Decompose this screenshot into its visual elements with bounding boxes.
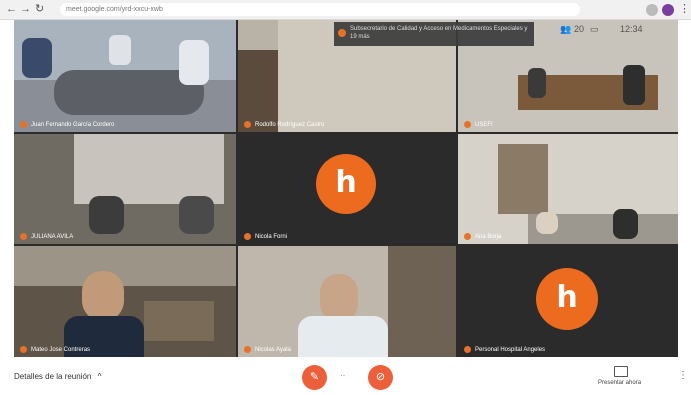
participant-tile[interactable]: Nicolas Ayala <box>238 246 456 357</box>
end-call-icon[interactable]: ·· <box>340 371 345 380</box>
mic-muted-icon <box>20 121 27 128</box>
participant-tile[interactable]: Juan Fernando García Cordero <box>14 20 236 132</box>
more-vert-icon[interactable]: ⋮ <box>679 3 690 16</box>
address-bar[interactable]: meet.google.com/yrd-xxcu-xwb <box>60 3 580 16</box>
present-screen-icon[interactable] <box>614 366 628 377</box>
participants-count: 20 <box>574 24 585 34</box>
reload-icon[interactable]: ↻ <box>35 3 44 16</box>
meeting-time: 12:34 <box>620 24 643 34</box>
arrow-left-icon[interactable]: ← <box>6 3 17 16</box>
mic-muted-icon <box>20 346 27 353</box>
participant-tile[interactable]: JULIANA AVILA <box>14 134 236 244</box>
chevron-up-icon: ^ <box>97 372 102 381</box>
present-now-label[interactable]: Presentar ahora <box>598 380 641 386</box>
participant-avatar: h <box>536 268 598 330</box>
more-vert-icon[interactable]: ⋮ <box>678 370 688 381</box>
profile-avatar[interactable] <box>662 4 674 16</box>
mic-muted-icon <box>464 346 471 353</box>
participant-name: JULIANA AVILA <box>20 233 73 240</box>
participant-name: Ana Borja <box>464 233 501 240</box>
presentation-caption: Subsecretario de Calidad y Acceso en Med… <box>334 22 534 46</box>
participant-name: Nicolas Ayala <box>244 346 291 353</box>
participant-name: Nicola Forni <box>244 233 287 240</box>
mic-muted-icon <box>244 346 251 353</box>
participant-name: Mateo Jose Contreras <box>20 346 90 353</box>
mic-toggle-button[interactable]: ✎ <box>302 365 327 390</box>
mic-muted-icon <box>244 121 251 128</box>
participant-avatar: h <box>316 154 376 214</box>
participant-tile[interactable]: Mateo Jose Contreras <box>14 246 236 357</box>
presenter-icon <box>338 29 346 37</box>
people-icon[interactable]: 👥 <box>560 24 571 35</box>
bottom-toolbar: Detalles de la reunión ^ ✎ ·· ⊘ Presenta… <box>0 357 691 395</box>
camera-toggle-button[interactable]: ⊘ <box>368 365 393 390</box>
participant-name: Rodolfo Rodríguez Castro <box>244 121 324 128</box>
meeting-grid: Juan Fernando García Cordero Rodolfo Rod… <box>14 20 678 357</box>
mic-muted-icon <box>464 121 471 128</box>
participant-tile[interactable]: Ana Borja <box>458 134 678 244</box>
mic-muted-icon <box>244 233 251 240</box>
browser-toolbar: ← → ↻ meet.google.com/yrd-xxcu-xwb ⋮ <box>0 0 691 20</box>
mic-muted-icon <box>464 233 471 240</box>
meeting-details-button[interactable]: Detalles de la reunión ^ <box>14 372 101 381</box>
mic-muted-icon <box>20 233 27 240</box>
participant-tile[interactable]: h Personal Hospital Angeles <box>458 246 678 357</box>
chat-icon[interactable]: ▭ <box>590 24 599 35</box>
extension-icon[interactable] <box>646 4 658 16</box>
arrow-right-icon[interactable]: → <box>20 3 31 16</box>
participant-name: Personal Hospital Angeles <box>464 346 545 353</box>
participant-tile[interactable]: h Nicola Forni <box>238 134 456 244</box>
participant-name: USEFI <box>464 121 493 128</box>
camera-off-icon: ⊘ <box>375 371 386 383</box>
mic-off-icon: ✎ <box>309 371 320 383</box>
participant-name: Juan Fernando García Cordero <box>20 121 114 128</box>
